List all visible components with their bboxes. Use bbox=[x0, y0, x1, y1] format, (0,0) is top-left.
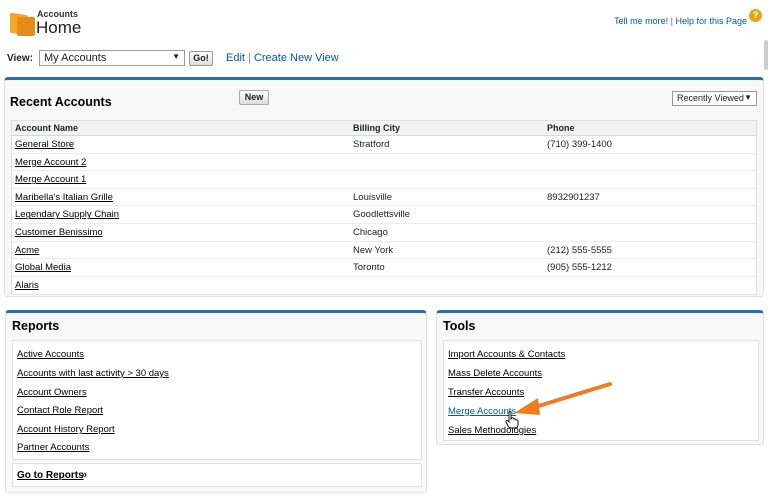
tool-link-mass-delete[interactable]: Mass Delete Accounts bbox=[448, 368, 542, 379]
account-name-link[interactable]: Alaris bbox=[15, 280, 39, 291]
reports-panel: Reports Active Accounts Accounts with la… bbox=[5, 310, 427, 493]
recent-sort-value: Recently Viewed bbox=[677, 93, 744, 103]
phone: (710) 399-1400 bbox=[547, 139, 612, 150]
tell-me-more-link[interactable]: Tell me more! bbox=[614, 16, 668, 26]
chevron-down-icon: ▼ bbox=[172, 52, 180, 61]
report-link[interactable]: Account Owners bbox=[17, 387, 87, 398]
recent-accounts-panel: Recent Accounts New Recently Viewed ▼ Ac… bbox=[4, 77, 764, 297]
column-header-phone[interactable]: Phone bbox=[547, 123, 575, 133]
new-account-button[interactable]: New bbox=[239, 90, 269, 105]
help-icon[interactable]: ? bbox=[749, 9, 762, 22]
column-header-billing-city[interactable]: Billing City bbox=[353, 123, 400, 133]
reports-list: Active Accounts Accounts with last activ… bbox=[12, 340, 422, 460]
edit-view-link[interactable]: Edit bbox=[226, 52, 245, 64]
tools-title: Tools bbox=[443, 319, 476, 333]
billing-city: Chicago bbox=[353, 226, 388, 238]
view-bar: View: My Accounts ▼ Go! Edit | Create Ne… bbox=[7, 50, 407, 68]
recent-accounts-table: Account Name Billing City Phone General … bbox=[11, 120, 757, 296]
help-separator: | bbox=[670, 16, 673, 26]
table-row: General Store Stratford (710) 399-1400 bbox=[12, 136, 756, 154]
tools-panel: Tools Import Accounts & Contacts Mass De… bbox=[436, 310, 764, 445]
page-title: Home bbox=[36, 18, 82, 37]
create-view-link[interactable]: Create New View bbox=[254, 52, 339, 64]
go-to-reports-arrow: » bbox=[81, 469, 88, 481]
billing-city: Goodlettsville bbox=[353, 209, 411, 221]
table-row: Maribella's Italian Grille Louisville 89… bbox=[12, 189, 756, 207]
table-row: Customer Benissimo Chicago bbox=[12, 224, 756, 242]
account-name-link[interactable]: Global Media bbox=[15, 262, 71, 273]
report-link[interactable]: Partner Accounts bbox=[17, 442, 89, 453]
help-page-link[interactable]: Help for this Page bbox=[675, 16, 747, 26]
account-name-link[interactable]: Maribella's Italian Grille bbox=[15, 192, 113, 203]
table-row: Merge Account 2 bbox=[12, 154, 756, 172]
view-label: View: bbox=[7, 53, 33, 64]
tool-link-import[interactable]: Import Accounts & Contacts bbox=[448, 349, 565, 360]
accounts-icon bbox=[8, 12, 36, 36]
account-name-link[interactable]: Customer Benissimo bbox=[15, 227, 103, 238]
phone: (905) 555-1212 bbox=[547, 262, 612, 274]
column-header-account-name[interactable]: Account Name bbox=[15, 123, 78, 133]
orange-arrow-icon bbox=[514, 382, 612, 415]
recent-accounts-title: Recent Accounts bbox=[10, 95, 112, 109]
page-header: Accounts Home Tell me more! | Help for t… bbox=[6, 4, 762, 40]
reports-title: Reports bbox=[12, 319, 60, 333]
phone: 8932901237 bbox=[547, 191, 600, 203]
view-links-separator: | bbox=[248, 52, 251, 64]
report-link[interactable]: Accounts with last activity > 30 days bbox=[17, 368, 169, 379]
report-link[interactable]: Account History Report bbox=[17, 424, 115, 435]
view-selected-value: My Accounts bbox=[44, 52, 107, 64]
help-links: Tell me more! | Help for this Page bbox=[614, 16, 747, 26]
billing-city: Toronto bbox=[353, 262, 385, 274]
table-row: Acme New York (212) 555-5555 bbox=[12, 242, 756, 260]
account-name-link[interactable]: Legendary Supply Chain bbox=[15, 209, 119, 220]
table-row: Global Media Toronto (905) 555-1212 bbox=[12, 259, 756, 277]
billing-city: Stratford bbox=[353, 139, 390, 150]
reports-footer: Go to Reports » bbox=[12, 463, 422, 487]
table-row: Legendary Supply Chain Goodlettsville bbox=[12, 206, 756, 224]
tool-link-sales-methodologies[interactable]: Sales Methodologies bbox=[448, 425, 536, 436]
hand-cursor-icon bbox=[505, 411, 519, 429]
go-to-reports-link[interactable]: Go to Reports bbox=[17, 470, 84, 481]
report-link[interactable]: Active Accounts bbox=[17, 349, 84, 360]
view-links: Edit | Create New View bbox=[226, 52, 339, 64]
table-header-row: Account Name Billing City Phone bbox=[12, 121, 756, 136]
recent-sort-select[interactable]: Recently Viewed ▼ bbox=[672, 91, 757, 106]
view-select[interactable]: My Accounts ▼ bbox=[39, 50, 185, 66]
chevron-down-icon: ▼ bbox=[744, 93, 752, 102]
table-row: Merge Account 1 bbox=[12, 171, 756, 189]
table-row: Alaris bbox=[12, 277, 756, 295]
account-name-link[interactable]: Merge Account 2 bbox=[15, 157, 86, 168]
phone: (212) 555-5555 bbox=[547, 244, 612, 256]
go-button[interactable]: Go! bbox=[189, 51, 213, 66]
billing-city: Louisville bbox=[353, 191, 393, 203]
billing-city: New York bbox=[353, 244, 394, 256]
account-name-link[interactable]: Merge Account 1 bbox=[15, 174, 86, 185]
scrollbar[interactable] bbox=[764, 40, 768, 70]
account-name-link[interactable]: Acme bbox=[15, 245, 39, 256]
report-link[interactable]: Contact Role Report bbox=[17, 405, 103, 416]
account-name-link[interactable]: General Store bbox=[15, 139, 74, 150]
